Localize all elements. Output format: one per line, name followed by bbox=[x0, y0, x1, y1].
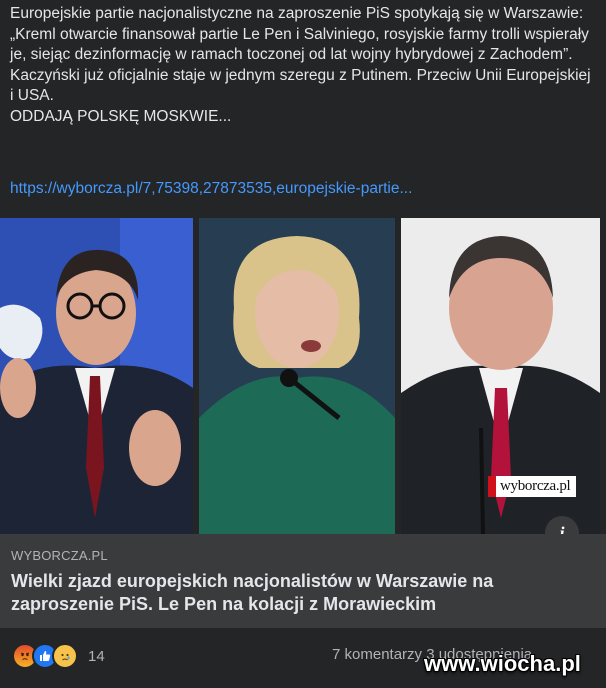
sad-icon bbox=[52, 643, 78, 669]
wyborcza-watermark: wyborcza.pl bbox=[488, 476, 577, 497]
post-paragraph-2: Kaczyński już oficjalnie staje w jednym … bbox=[10, 66, 591, 105]
link-domain: WYBORCZA.PL bbox=[11, 548, 108, 563]
site-watermark: www.wiocha.pl bbox=[424, 651, 581, 676]
post-paragraph-1: Europejskie partie nacjonalistyczne na z… bbox=[10, 5, 589, 63]
link-preview-card[interactable]: WYBORCZA.PL Wielki zjazd europejskich na… bbox=[0, 534, 606, 628]
reaction-count: 14 bbox=[88, 647, 105, 665]
link-title[interactable]: Wielki zjazd europejskich nacjonalistów … bbox=[11, 570, 571, 616]
article-link[interactable]: https://wyborcza.pl/7,75398,27873535,eur… bbox=[10, 180, 412, 198]
photo-left bbox=[0, 218, 193, 534]
post-paragraph-3: ODDAJĄ POLSKĘ MOSKWIE... bbox=[10, 107, 232, 125]
post-text: Europejskie partie nacjonalistyczne na z… bbox=[10, 4, 596, 127]
photo-center bbox=[199, 218, 395, 534]
reactions-summary[interactable]: 14 bbox=[12, 643, 105, 669]
